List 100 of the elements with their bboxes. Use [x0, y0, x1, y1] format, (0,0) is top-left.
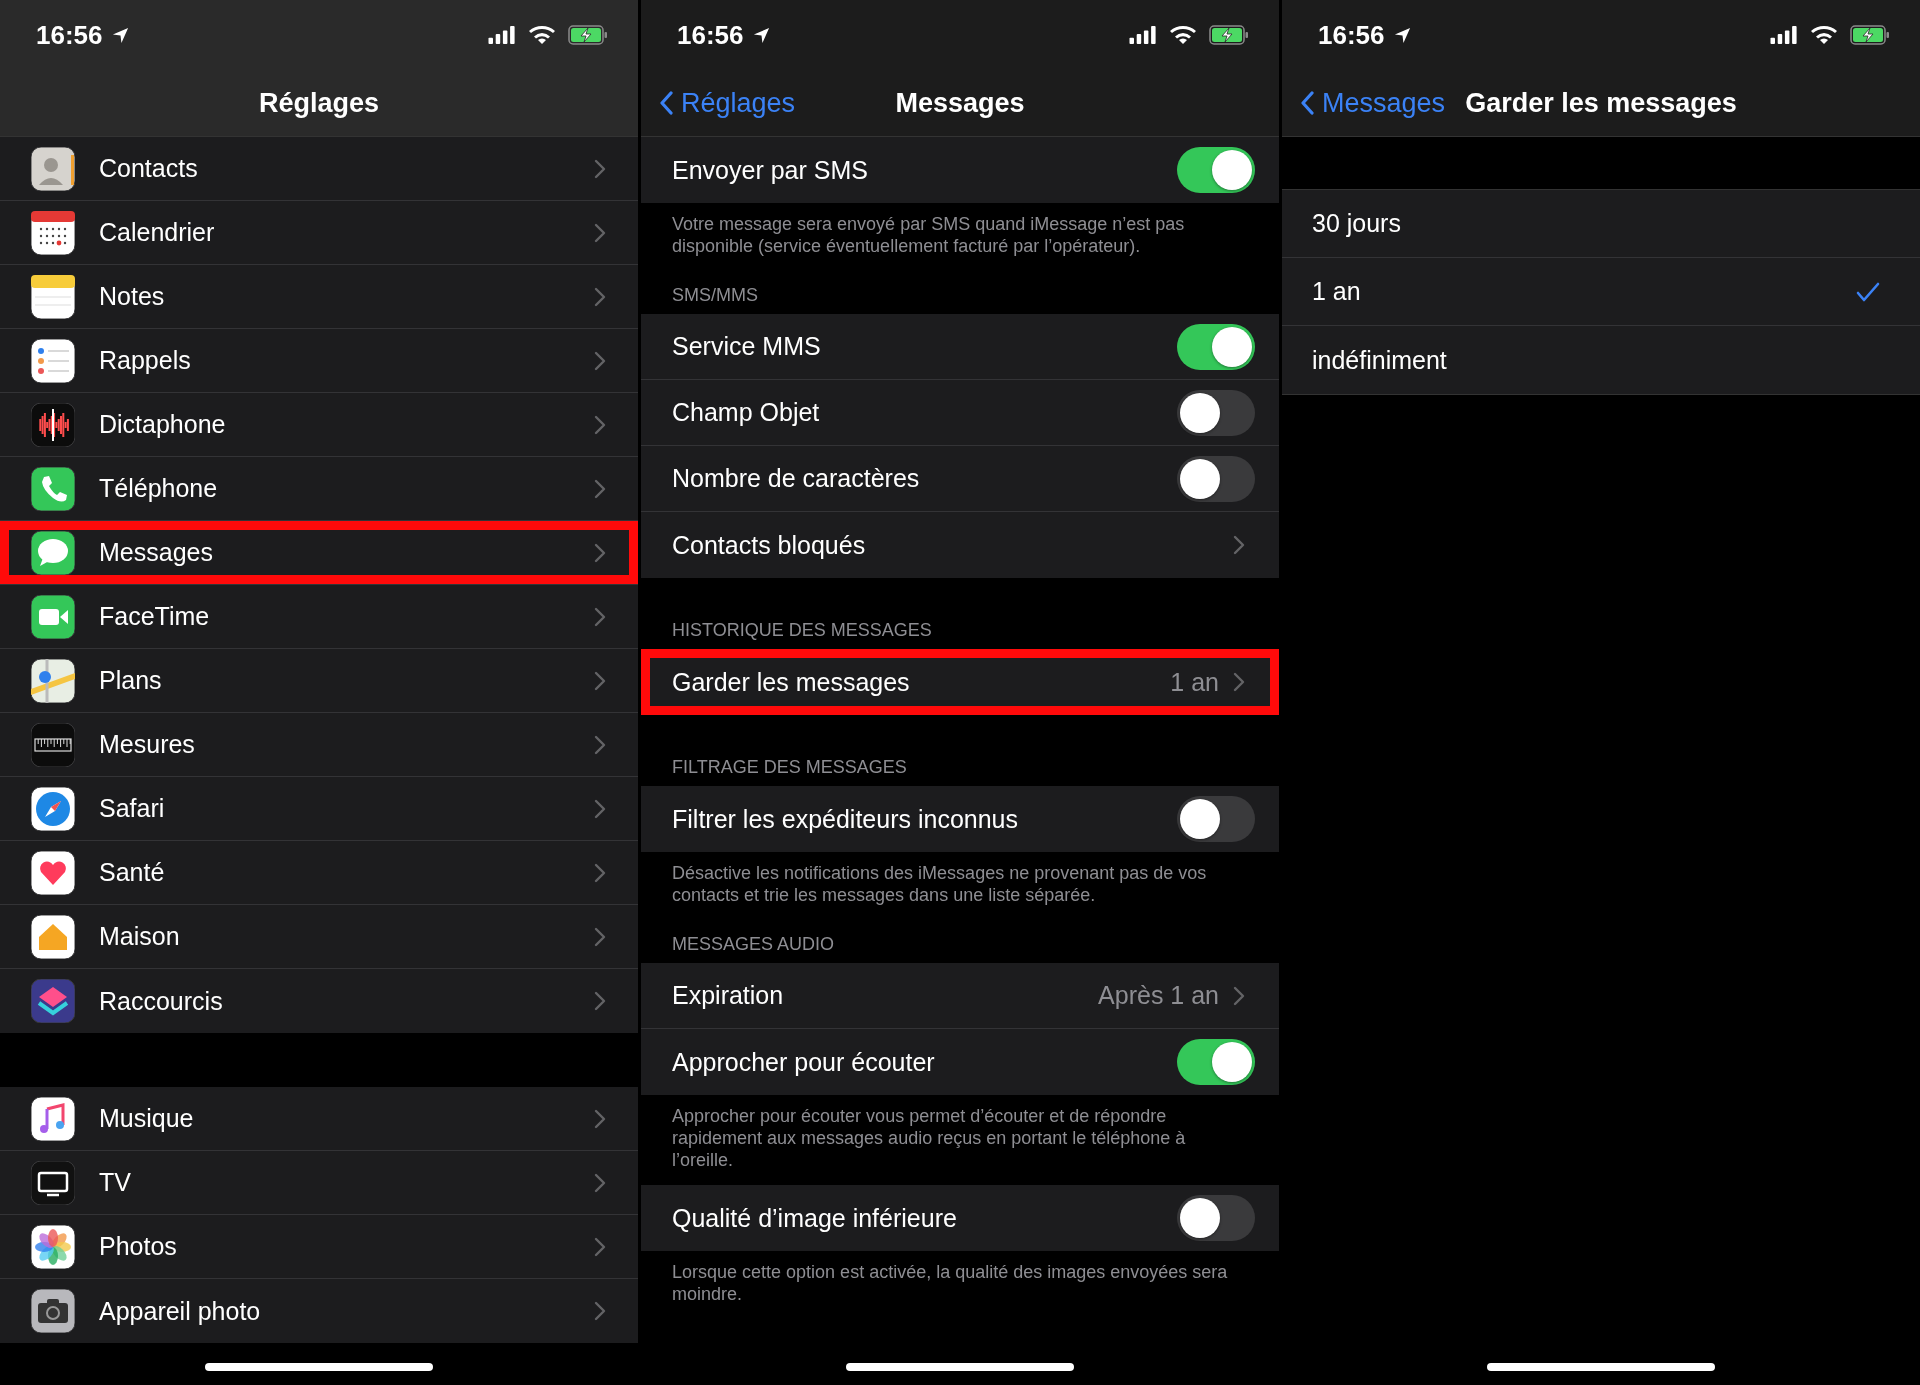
- back-button[interactable]: Messages: [1296, 83, 1450, 123]
- settings-item[interactable]: Messages: [0, 521, 638, 585]
- back-button[interactable]: Réglages: [655, 83, 800, 123]
- chevron-icon: [594, 991, 606, 1011]
- settings-item[interactable]: Notes: [0, 265, 638, 329]
- chevron-icon: [594, 542, 606, 563]
- chevron-icon: [594, 478, 606, 499]
- chevron-icon: [594, 1108, 606, 1129]
- app-icon: [31, 1289, 75, 1333]
- settings-row: Envoyer par SMS: [641, 137, 1279, 203]
- signal-icon: [1770, 26, 1798, 44]
- settings-row: Nombre de caractères: [641, 446, 1279, 512]
- settings-item[interactable]: Musique: [0, 1087, 638, 1151]
- chevron-icon: [594, 798, 606, 819]
- section-footer: Votre message sera envoyé par SMS quand iMessage n’est pas disponible (service éventuellement facturé par l’opérateur).: [672, 214, 1185, 256]
- section-header: FILTRAGE DES MESSAGES: [672, 757, 907, 777]
- app-icon: [31, 658, 75, 703]
- section-footer: Approcher pour écouter vous permet d’écouter et de répondre rapidement aux messages audio reçus en portant le téléphone à l’oreille.: [672, 1106, 1186, 1170]
- toggle-switch[interactable]: [1177, 455, 1255, 502]
- app-icon: [31, 274, 75, 319]
- settings-item[interactable]: Calendrier: [0, 201, 638, 265]
- chevron-icon: [594, 862, 606, 883]
- option-row[interactable]: indéfiniment: [1282, 326, 1920, 394]
- chevron-icon: [594, 286, 606, 307]
- app-icon: [31, 1160, 75, 1205]
- app-icon: [31, 1224, 75, 1269]
- section-header: SMS/MMS: [672, 285, 758, 305]
- settings-row: Service MMS: [641, 314, 1279, 380]
- wifi-icon: [1810, 25, 1838, 45]
- chevron-icon: [594, 1236, 606, 1257]
- chevron-icon: [594, 734, 606, 755]
- status-time: 16:56: [677, 19, 744, 51]
- settings-item[interactable]: Rappels: [0, 329, 638, 393]
- settings-item[interactable]: Contacts: [0, 137, 638, 201]
- settings-item[interactable]: Photos: [0, 1215, 638, 1279]
- row-value: Après 1 an: [1098, 981, 1219, 1010]
- settings-row[interactable]: Garder les messages 1 an: [641, 649, 1279, 715]
- app-icon: [31, 722, 75, 767]
- settings-row[interactable]: Contacts bloqués: [641, 512, 1279, 578]
- chevron-icon: [594, 670, 606, 691]
- location-arrow-icon: [751, 25, 771, 45]
- chevron-icon: [594, 158, 606, 179]
- nav-title: Réglages: [258, 87, 380, 119]
- settings-item[interactable]: Santé: [0, 841, 638, 905]
- settings-item[interactable]: Dictaphone: [0, 393, 638, 457]
- location-arrow-icon: [110, 25, 130, 45]
- settings-item[interactable]: Téléphone: [0, 457, 638, 521]
- wifi-icon: [528, 25, 556, 45]
- section-footer: Désactive les notifications des iMessages ne provenant pas de vos contacts et trie les messages dans une liste séparée.: [672, 863, 1207, 905]
- settings-item[interactable]: Maison: [0, 905, 638, 969]
- chevron-icon: [594, 926, 606, 947]
- toggle-switch[interactable]: [1177, 1039, 1255, 1085]
- settings-row: Filtrer les expéditeurs inconnus: [641, 786, 1279, 852]
- app-icon: [31, 146, 75, 191]
- toggle-switch[interactable]: [1177, 323, 1255, 370]
- app-icon: [31, 402, 75, 447]
- settings-item[interactable]: Safari: [0, 777, 638, 841]
- app-icon: [31, 210, 75, 255]
- chevron-icon: [1233, 535, 1245, 555]
- app-icon: [31, 594, 75, 639]
- chevron-icon: [594, 1301, 606, 1321]
- settings-item[interactable]: Mesures: [0, 713, 638, 777]
- settings-item[interactable]: FaceTime: [0, 585, 638, 649]
- settings-row: Qualité d’image inférieure: [641, 1185, 1279, 1251]
- chevron-icon: [594, 414, 606, 435]
- app-icon: [31, 914, 75, 959]
- settings-row[interactable]: Expiration Après 1 an: [641, 963, 1279, 1029]
- signal-icon: [488, 26, 516, 44]
- status-time: 16:56: [36, 19, 103, 51]
- wifi-icon: [1169, 25, 1197, 45]
- location-arrow-icon: [1392, 25, 1412, 45]
- battery-charging-icon: [1209, 25, 1249, 45]
- app-icon: [31, 338, 75, 383]
- toggle-switch[interactable]: [1177, 796, 1255, 842]
- app-icon: [31, 979, 75, 1023]
- chevron-icon: [594, 1172, 606, 1193]
- battery-charging-icon: [568, 25, 608, 45]
- toggle-switch[interactable]: [1177, 389, 1255, 436]
- option-row[interactable]: 1 an: [1282, 258, 1920, 326]
- chevron-icon: [1233, 672, 1245, 692]
- settings-item[interactable]: Raccourcis: [0, 969, 638, 1033]
- settings-item[interactable]: Plans: [0, 649, 638, 713]
- option-row[interactable]: 30 jours: [1282, 190, 1920, 258]
- toggle-switch[interactable]: [1177, 1195, 1255, 1241]
- section-header: MESSAGES AUDIO: [672, 934, 835, 954]
- app-icon: [31, 466, 75, 511]
- row-value: 1 an: [1170, 667, 1219, 697]
- settings-item[interactable]: TV: [0, 1151, 638, 1215]
- settings-row: Approcher pour écouter: [641, 1029, 1279, 1095]
- toggle-switch[interactable]: [1177, 147, 1255, 193]
- app-icon: [31, 786, 75, 831]
- signal-icon: [1129, 26, 1157, 44]
- app-icon: [31, 1096, 75, 1141]
- section-header: HISTORIQUE DES MESSAGES: [672, 620, 932, 640]
- chevron-icon: [594, 222, 606, 243]
- settings-item[interactable]: Appareil photo: [0, 1279, 638, 1343]
- chevron-icon: [1233, 985, 1245, 1006]
- nav-title: Messages: [895, 87, 1025, 119]
- app-icon: [31, 530, 75, 575]
- chevron-icon: [594, 350, 606, 371]
